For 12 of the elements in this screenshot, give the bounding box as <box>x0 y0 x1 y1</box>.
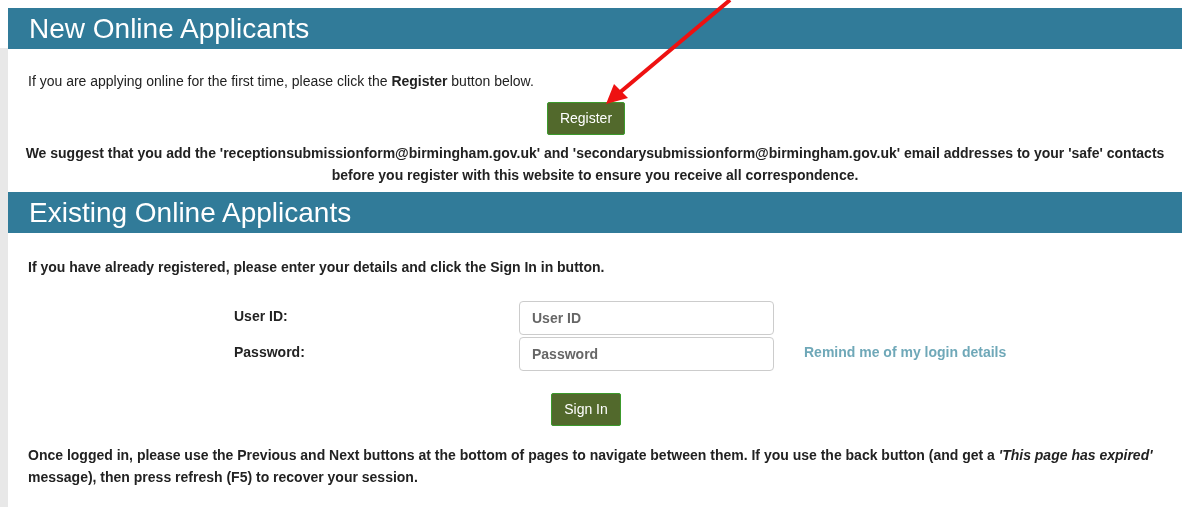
section-title: New Online Applicants <box>29 14 310 43</box>
submit-button[interactable]: Register <box>546 102 626 135</box>
submit-button[interactable]: Sign In <box>551 393 621 426</box>
intro-text: If you have already registered, please enter your details and click the Sign In in button. <box>28 258 606 277</box>
note-text: Once logged in, please use the Previous and Next buttons at the bottom of pages to navigate between them. If you use the back button (and get a 'This page has expired' message), then press refresh (F5) to recover your session. <box>28 446 1154 487</box>
section-title: Existing Online Applicants <box>29 198 352 227</box>
input-field[interactable]: User ID <box>519 301 774 335</box>
intro-text: If you are applying online for the first time, please click the Register button below. <box>28 72 535 91</box>
notice-text: We suggest that you add the 'receptionsubmissionform@birmingham.gov.uk' and 'secondarysubmissionform@birmingham.gov.uk' email addresses to your 'safe' contacts before you register with this website to ensure you receive all correspondence. <box>24 144 1166 185</box>
field-label: Password: <box>234 344 305 360</box>
input-field[interactable]: Password <box>519 337 774 371</box>
field-label: User ID: <box>234 308 288 324</box>
